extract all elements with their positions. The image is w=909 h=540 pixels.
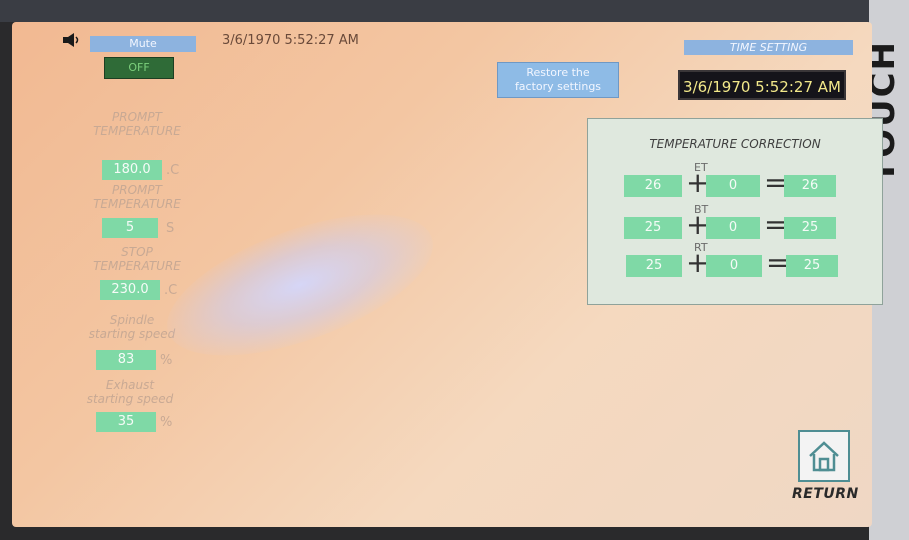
rt-result-value: 25 [786,255,838,277]
prompt-time-unit: S [166,221,175,236]
exhaust-speed-input[interactable]: 35 [96,412,156,432]
rt-base-value: 25 [626,255,682,277]
bt-offset-input[interactable]: 0 [706,217,760,239]
header-clock: 3/6/1970 5:52:27 AM [222,33,359,48]
prompt-time-title: PROMPT TEMPERATURE [72,183,202,211]
temperature-correction-panel: TEMPERATURE CORRECTION ET 26 + 0 = 26 BT… [587,118,883,305]
correction-row-et: ET 26 + 0 = 26 [588,161,882,201]
prompt-temperature-input[interactable]: 180.0 [102,160,162,180]
exhaust-speed-unit: % [160,415,173,430]
return-label[interactable]: RETURN [792,486,859,502]
bt-base-value: 25 [624,217,682,239]
temperature-correction-title: TEMPERATURE CORRECTION [649,137,821,151]
prompt-time-title-line1: PROMPT [112,183,162,197]
prompt-temperature-unit: .C [166,163,180,178]
spindle-speed-title-line1: Spindle [109,313,155,327]
spindle-speed-unit: % [160,353,173,368]
home-button[interactable] [798,430,850,482]
et-base-value: 26 [624,175,682,197]
exhaust-speed-title-line1: Exhaust [105,378,155,392]
speaker-icon[interactable] [62,32,82,48]
spindle-speed-input[interactable]: 83 [96,350,156,370]
mute-off-button[interactable]: OFF [104,57,174,79]
time-display: 3/6/1970 5:52:27 AM [678,70,846,100]
stop-temperature-input[interactable]: 230.0 [100,280,160,300]
exhaust-speed-title-line2: starting speed [86,392,174,406]
prompt-temperature-title-line2: TEMPERATURE [93,124,181,138]
restore-label-line1: Restore the [526,66,590,79]
stop-temperature-unit: .C [164,283,178,298]
exhaust-speed-title: Exhaust starting speed [60,378,200,406]
mute-label: Mute [90,36,196,52]
time-setting-button[interactable]: TIME SETTING [684,40,853,55]
stop-temperature-title-line2: TEMPERATURE [93,259,181,273]
prompt-temperature-title-line1: PROMPT [112,110,162,124]
restore-label-line2: factory settings [514,80,602,93]
restore-factory-button[interactable]: Restore the factory settings [497,62,619,98]
et-offset-input[interactable]: 0 [706,175,760,197]
stop-temperature-title: STOP TEMPERATURE [72,245,202,273]
correction-row-bt: BT 25 + 0 = 25 [588,203,882,243]
bezel-top [0,0,909,22]
correction-row-rt: RT 25 + 0 = 25 [588,241,882,281]
prompt-time-input[interactable]: 5 [102,218,158,238]
bt-result-value: 25 [784,217,836,239]
home-icon [809,441,839,472]
prompt-temperature-title: PROMPT TEMPERATURE [72,110,202,138]
et-result-value: 26 [784,175,836,197]
prompt-time-title-line2: TEMPERATURE [93,197,181,211]
spindle-speed-title-line2: starting speed [88,327,176,341]
stop-temperature-title-line1: STOP [121,245,153,259]
spindle-speed-title: Spindle starting speed [62,313,202,341]
rt-offset-input[interactable]: 0 [706,255,762,277]
